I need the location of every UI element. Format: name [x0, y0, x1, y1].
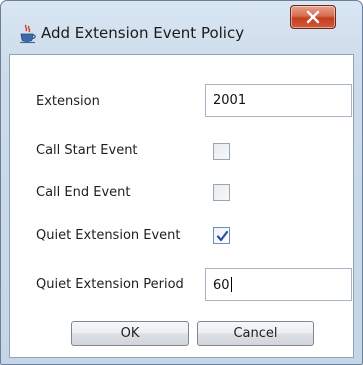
quiet-extension-period-label: Quiet Extension Period	[36, 277, 184, 292]
java-coffee-cup-icon	[19, 24, 37, 44]
quiet-extension-event-checkbox[interactable]	[213, 227, 230, 244]
close-icon	[306, 10, 320, 24]
dialog-window: Add Extension Event Policy Extension 200…	[0, 0, 363, 365]
title-bar[interactable]: Add Extension Event Policy	[1, 1, 362, 53]
dialog-content: Extension 2001 Call Start Event Call End…	[9, 54, 354, 358]
call-end-event-label: Call End Event	[36, 185, 131, 200]
extension-label: Extension	[36, 94, 100, 109]
checkmark-icon	[216, 230, 229, 242]
quiet-extension-period-value: 60	[213, 278, 230, 293]
ok-button[interactable]: OK	[71, 321, 189, 346]
window-title: Add Extension Event Policy	[41, 24, 245, 42]
quiet-extension-event-label: Quiet Extension Event	[36, 228, 181, 243]
cancel-button[interactable]: Cancel	[197, 321, 314, 346]
call-start-event-label: Call Start Event	[36, 143, 138, 158]
extension-input[interactable]: 2001	[205, 84, 352, 117]
quiet-extension-period-input[interactable]: 60	[205, 268, 352, 301]
call-start-event-checkbox[interactable]	[213, 143, 230, 160]
call-end-event-checkbox[interactable]	[213, 184, 230, 201]
text-caret	[230, 277, 232, 292]
close-button[interactable]	[290, 5, 336, 29]
